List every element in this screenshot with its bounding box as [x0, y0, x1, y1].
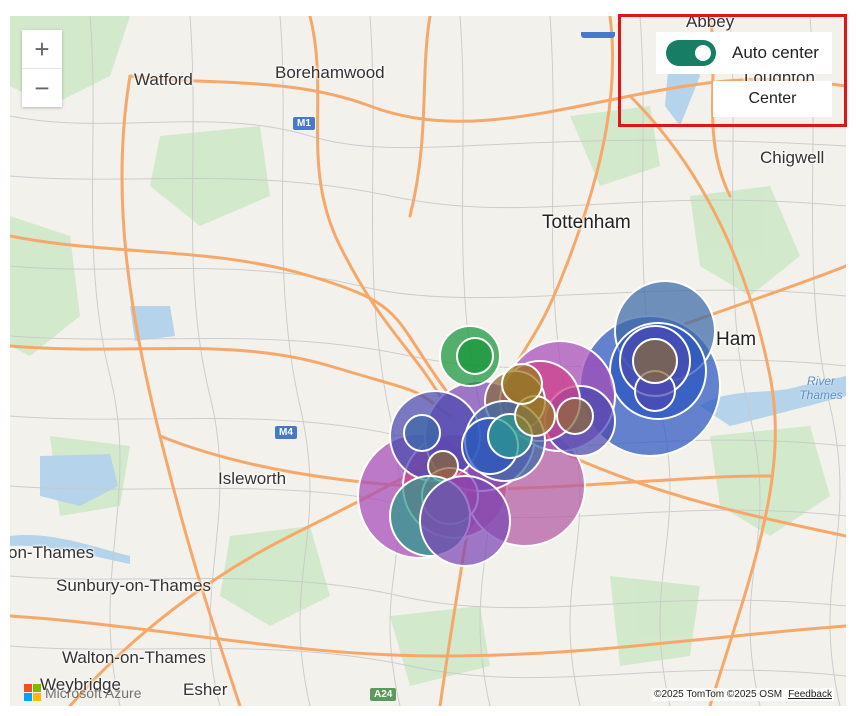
- center-button[interactable]: Center: [713, 81, 832, 117]
- data-bubble[interactable]: [403, 414, 441, 452]
- auto-center-label: Auto center: [732, 43, 819, 62]
- data-bubble[interactable]: [419, 475, 511, 567]
- auto-center-toggle[interactable]: [666, 40, 716, 66]
- data-bubble[interactable]: [501, 363, 543, 405]
- feedback-link[interactable]: Feedback: [788, 689, 832, 700]
- copyright-text: ©2025 TomTom ©2025 OSM: [654, 689, 783, 700]
- toggle-knob: [695, 45, 711, 61]
- data-bubble[interactable]: [456, 337, 494, 375]
- zoom-control: + −: [22, 30, 62, 107]
- zoom-out-button[interactable]: −: [22, 68, 62, 107]
- map-attribution: ©2025 TomTom ©2025 OSM Feedback: [652, 688, 834, 701]
- auto-center-panel: Auto center: [656, 32, 832, 74]
- zoom-in-button[interactable]: +: [22, 30, 62, 68]
- logo-text: Microsoft Azure: [45, 684, 142, 701]
- data-bubble[interactable]: [556, 397, 594, 435]
- data-bubble[interactable]: [632, 338, 678, 384]
- azure-logo: Microsoft Azure: [24, 684, 141, 701]
- microsoft-logo-icon: [24, 684, 41, 701]
